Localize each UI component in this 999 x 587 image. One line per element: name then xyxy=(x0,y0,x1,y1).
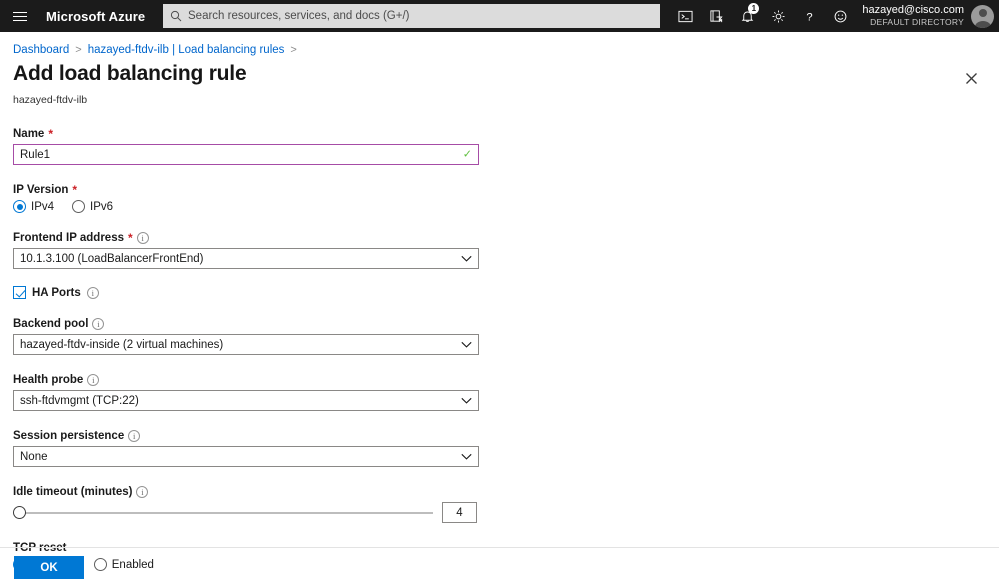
radio-label-ipv6: IPv6 xyxy=(90,200,114,213)
directories-subscriptions-icon[interactable] xyxy=(701,0,732,32)
health-probe-select-wrapper: ssh-ftdvmgmt (TCP:22) xyxy=(13,390,479,411)
feedback-smiley-icon[interactable] xyxy=(825,0,856,32)
blade-subtitle: hazayed-ftdv-ilb xyxy=(13,94,88,106)
load-balancing-rule-form: Name * ✓ IP Version * IPv4 IPv6 Front xyxy=(0,128,999,580)
notification-count-badge: 1 xyxy=(748,3,760,14)
account-directory: DEFAULT DIRECTORY xyxy=(870,17,964,27)
global-search-box[interactable] xyxy=(163,4,660,28)
blade-page: Dashboard > hazayed-ftdv-ilb | Load bala… xyxy=(0,32,999,587)
blade-footer: OK xyxy=(0,548,999,587)
account-menu[interactable]: hazayed@cisco.com DEFAULT DIRECTORY xyxy=(862,4,994,28)
breadcrumb-separator-icon: > xyxy=(75,44,82,56)
session-persistence-value: None xyxy=(20,450,48,463)
search-input[interactable] xyxy=(188,10,653,22)
session-persistence-label: Session persistence i xyxy=(13,430,986,442)
breadcrumb: Dashboard > hazayed-ftdv-ilb | Load bala… xyxy=(0,32,999,56)
session-persistence-select[interactable]: None xyxy=(13,446,479,467)
radio-label-ipv4: IPv4 xyxy=(31,200,55,213)
ok-button[interactable]: OK xyxy=(14,556,84,579)
ha-ports-checkbox[interactable] xyxy=(13,286,26,299)
backend-pool-label: Backend pool i xyxy=(13,318,986,330)
avatar[interactable] xyxy=(971,4,994,28)
backend-pool-value: hazayed-ftdv-inside (2 virtual machines) xyxy=(20,338,224,351)
radio-button-ipv6[interactable] xyxy=(72,200,86,213)
idle-timeout-slider[interactable] xyxy=(13,505,433,521)
hamburger-icon[interactable] xyxy=(0,0,40,32)
backend-pool-select[interactable]: hazayed-ftdv-inside (2 virtual machines) xyxy=(13,334,479,355)
name-field-label: Name * xyxy=(13,128,986,140)
info-icon[interactable]: i xyxy=(86,286,99,299)
ha-ports-label: HA Ports xyxy=(32,286,81,299)
health-probe-label-text: Health probe xyxy=(13,374,84,386)
info-icon[interactable]: i xyxy=(87,374,100,386)
idle-timeout-row xyxy=(13,502,986,523)
top-bar-actions: 1 ? hazayed@cisco.com DEFAULT DIRECTORY xyxy=(670,0,999,32)
idle-timeout-label-text: Idle timeout (minutes) xyxy=(13,486,133,498)
required-marker: * xyxy=(127,231,133,245)
backend-pool-label-text: Backend pool xyxy=(13,318,89,330)
info-icon[interactable]: i xyxy=(128,430,141,442)
azure-top-bar: Microsoft Azure Search resources, servic… xyxy=(0,0,999,32)
info-icon[interactable]: i xyxy=(136,232,149,244)
close-icon[interactable] xyxy=(956,63,986,93)
blade-header: Add load balancing rule xyxy=(0,56,999,93)
radio-option-ipv4[interactable]: IPv4 xyxy=(13,200,54,213)
settings-gear-icon[interactable] xyxy=(763,0,794,32)
idle-timeout-label: Idle timeout (minutes) i xyxy=(13,486,986,498)
session-persistence-select-wrapper: None xyxy=(13,446,479,467)
frontend-ip-value: 10.1.3.100 (LoadBalancerFrontEnd) xyxy=(20,252,204,265)
health-probe-label: Health probe i xyxy=(13,374,986,386)
frontend-ip-label-text: Frontend IP address xyxy=(13,232,124,244)
frontend-ip-select-wrapper: 10.1.3.100 (LoadBalancerFrontEnd) xyxy=(13,248,479,269)
frontend-ip-select[interactable]: 10.1.3.100 (LoadBalancerFrontEnd) xyxy=(13,248,479,269)
session-persistence-label-text: Session persistence xyxy=(13,430,125,442)
info-icon[interactable]: i xyxy=(136,486,149,498)
name-label-text: Name xyxy=(13,128,45,140)
ip-version-label-text: IP Version xyxy=(13,184,69,196)
help-question-icon[interactable]: ? xyxy=(794,0,825,32)
health-probe-value: ssh-ftdvmgmt (TCP:22) xyxy=(20,394,139,407)
azure-brand-label[interactable]: Microsoft Azure xyxy=(46,9,145,24)
required-marker: * xyxy=(72,183,78,197)
ha-ports-row: HA Ports i xyxy=(13,286,986,299)
breadcrumb-item-dashboard[interactable]: Dashboard xyxy=(13,44,69,56)
breadcrumb-item-load-balancing-rules[interactable]: hazayed-ftdv-ilb | Load balancing rules xyxy=(88,44,285,56)
name-input-wrapper: ✓ xyxy=(13,144,479,165)
required-marker: * xyxy=(48,128,53,141)
breadcrumb-separator-icon-2: > xyxy=(290,44,297,56)
idle-timeout-value-input[interactable] xyxy=(442,502,477,523)
slider-thumb[interactable] xyxy=(13,506,26,519)
account-email: hazayed@cisco.com xyxy=(862,4,964,16)
radio-option-ipv6[interactable]: IPv6 xyxy=(72,200,113,213)
health-probe-select[interactable]: ssh-ftdvmgmt (TCP:22) xyxy=(13,390,479,411)
ip-version-radio-group: IPv4 IPv6 xyxy=(13,200,986,213)
radio-button-ipv4[interactable] xyxy=(13,200,26,213)
name-input[interactable] xyxy=(13,144,479,165)
ip-version-label: IP Version * xyxy=(13,184,986,196)
notifications-bell-icon[interactable]: 1 xyxy=(732,0,763,32)
svg-text:?: ? xyxy=(807,11,813,23)
info-icon[interactable]: i xyxy=(92,318,105,330)
slider-track xyxy=(20,511,433,514)
cloud-shell-icon[interactable] xyxy=(670,0,701,32)
frontend-ip-label: Frontend IP address * i xyxy=(13,232,986,244)
search-icon xyxy=(170,10,182,22)
backend-pool-select-wrapper: hazayed-ftdv-inside (2 virtual machines) xyxy=(13,334,479,355)
page-title: Add load balancing rule xyxy=(13,62,247,85)
